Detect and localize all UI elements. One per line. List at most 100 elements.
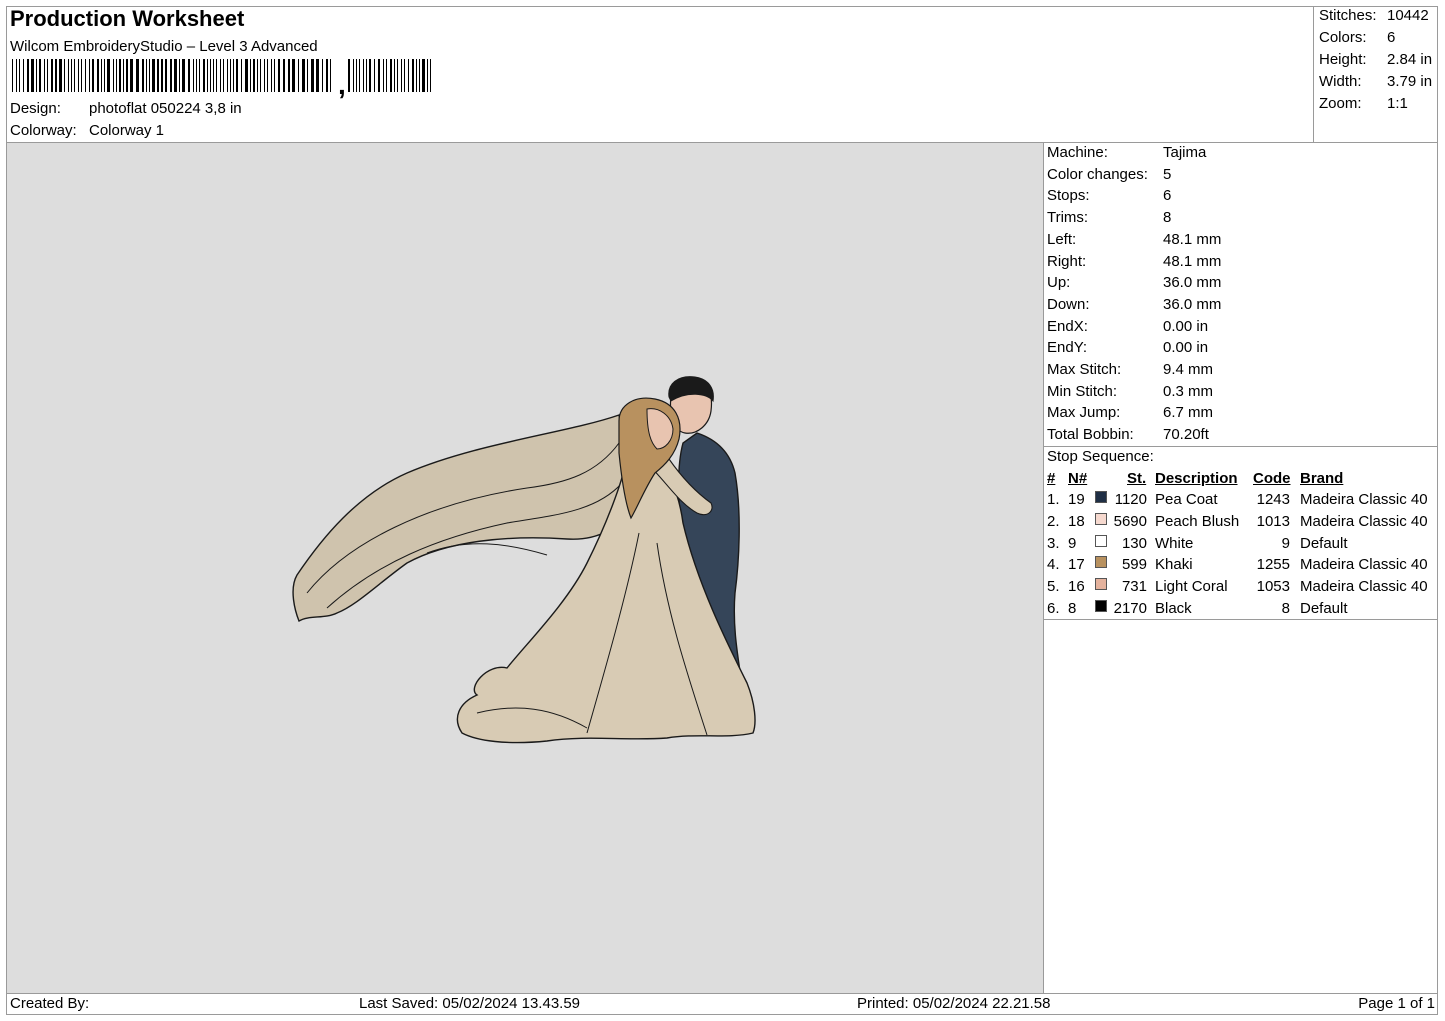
barcode-bar <box>101 59 102 92</box>
barcode-bar <box>39 59 41 92</box>
machine-divider <box>1043 446 1438 447</box>
color-swatch <box>1095 556 1107 569</box>
barcode-bar <box>390 59 392 92</box>
row-description: Peach Blush <box>1155 512 1240 530</box>
footer-divider <box>7 993 1438 994</box>
row-code: 8 <box>1281 600 1290 617</box>
barcode-bar <box>260 59 261 92</box>
barcode-bar <box>27 59 29 92</box>
row-stitches: 130 <box>1121 534 1147 552</box>
barcode-bar <box>427 59 428 92</box>
barcode-bar <box>179 59 180 92</box>
row-stitches: 731 <box>1121 578 1147 596</box>
barcode-bar <box>92 59 94 92</box>
design-label: Design: <box>10 100 61 117</box>
machine-info-value: Tajima <box>1163 144 1207 161</box>
col-header-description: Description <box>1155 470 1238 487</box>
barcode-bar <box>142 59 144 92</box>
barcode-bar <box>16 59 17 92</box>
row-stitches: 1120 <box>1114 491 1147 508</box>
machine-info-value: 36.0 mm <box>1163 274 1222 292</box>
barcode-bar <box>104 59 105 92</box>
barcode-bar <box>241 59 242 92</box>
row-index: 2. <box>1047 512 1060 530</box>
barcode-bar <box>378 59 380 92</box>
summary-value: 1:1 <box>1387 95 1408 112</box>
barcode-bar <box>383 59 384 92</box>
barcode-bar <box>230 59 231 92</box>
row-index: 5. <box>1047 578 1060 596</box>
barcode-bar <box>397 59 398 92</box>
barcode-bar <box>216 59 217 92</box>
barcode-bar <box>107 59 110 92</box>
barcode-bar <box>322 59 323 92</box>
colorway-label: Colorway: <box>10 122 77 139</box>
summary-value: 2.84 in <box>1387 51 1433 68</box>
barcode-bar <box>23 59 24 92</box>
summary-label: Zoom: <box>1319 95 1362 112</box>
machine-info-value: 48.1 mm <box>1163 252 1222 270</box>
row-needle: 8 <box>1068 600 1077 617</box>
row-needle: 17 <box>1068 556 1085 574</box>
row-description: Pea Coat <box>1155 491 1218 508</box>
row-description: Black <box>1155 600 1192 617</box>
barcode-bar <box>311 59 314 92</box>
color-swatch <box>1095 600 1107 612</box>
barcode-bar <box>348 59 350 92</box>
color-swatch <box>1095 491 1107 503</box>
machine-info-label: Up: <box>1047 274 1071 292</box>
machine-info-label: Color changes: <box>1047 165 1148 183</box>
barcode-bar <box>193 59 194 92</box>
machine-info-value: 0.00 in <box>1163 339 1209 357</box>
barcode-bar <box>416 59 417 92</box>
row-index: 3. <box>1047 534 1060 552</box>
summary-value: 3.79 in <box>1387 73 1433 90</box>
barcode-bar <box>233 59 234 92</box>
stop-sequence-label: Stop Sequence: <box>1047 448 1154 465</box>
barcode-bar <box>31 59 34 92</box>
color-swatch <box>1095 534 1107 547</box>
row-brand: Madeira Classic 40 <box>1300 491 1428 508</box>
col-header-code: Code <box>1253 470 1291 487</box>
barcode-bar <box>19 59 20 92</box>
barcode-bar <box>316 59 319 92</box>
colorway-value: Colorway 1 <box>89 122 165 139</box>
row-description: Light Coral <box>1155 578 1228 596</box>
col-header-brand: Brand <box>1300 470 1344 487</box>
machine-info-label: Total Bobbin: <box>1047 426 1134 444</box>
barcode-bar <box>220 59 221 92</box>
row-brand: Default <box>1300 534 1348 552</box>
barcode-bar <box>47 59 48 92</box>
barcode-bar <box>44 59 45 92</box>
machine-info-label: Stops: <box>1047 187 1090 205</box>
barcode-bar <box>119 59 121 92</box>
barcode-bar <box>408 59 409 92</box>
col-header-needle: N# <box>1068 470 1088 487</box>
barcode-bar <box>250 59 251 92</box>
color-swatch <box>1095 512 1107 525</box>
row-description: White <box>1155 534 1194 552</box>
machine-info-value: 70.20ft <box>1163 426 1209 444</box>
row-needle: 18 <box>1068 512 1085 530</box>
sequence-divider <box>1043 619 1438 620</box>
design-value: photoflat 050224 3,8 in <box>89 100 242 117</box>
barcode-bar <box>302 59 305 92</box>
barcode-bar <box>74 59 75 92</box>
embroidery-design <box>292 376 756 744</box>
summary-label: Height: <box>1319 51 1367 68</box>
barcode-bar <box>430 59 431 92</box>
barcode-bar <box>227 59 228 92</box>
summary-label: Width: <box>1319 73 1362 90</box>
footer-created-by: Created By: <box>10 995 90 1012</box>
barcode-bar <box>298 59 299 92</box>
barcode-bar <box>123 59 124 92</box>
barcode-bar <box>188 59 190 92</box>
barcode-bar <box>81 59 82 92</box>
barcode-bar <box>245 59 248 92</box>
summary-label: Colors: <box>1319 29 1367 46</box>
machine-info-value: 6.7 mm <box>1163 404 1214 422</box>
barcode-bar <box>374 59 375 92</box>
barcode-bar <box>419 59 420 92</box>
barcode-bar <box>12 59 13 92</box>
machine-info-value: 0.00 in <box>1163 317 1209 335</box>
